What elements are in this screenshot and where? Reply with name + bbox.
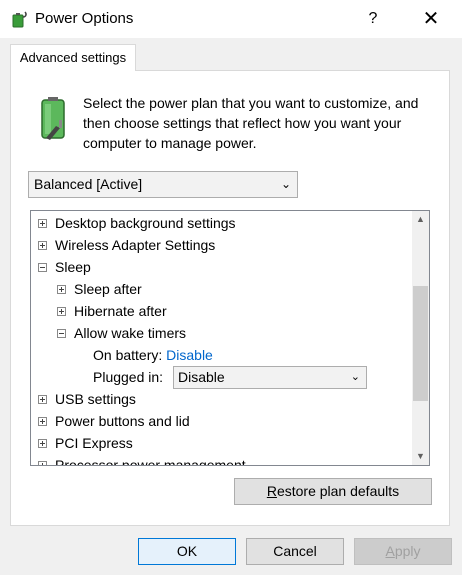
window-title: Power Options [35, 10, 134, 27]
plugged-in-label: Plugged in: [93, 369, 164, 385]
scroll-up-arrow-icon[interactable]: ▲ [412, 211, 429, 228]
chevron-down-icon: ⌄ [280, 177, 291, 191]
tree-item-pci-express[interactable]: PCI Express [38, 432, 133, 454]
expand-icon[interactable] [38, 460, 47, 465]
restore-plan-defaults-button[interactable]: Restore plan defaults [234, 478, 432, 505]
tree-scrollbar[interactable]: ▲ ▼ [412, 211, 429, 465]
on-battery-label: On battery: [93, 347, 163, 363]
expand-icon[interactable] [38, 218, 47, 228]
power-plan-dropdown[interactable]: Balanced [Active] ⌄ [28, 171, 298, 198]
cancel-button[interactable]: Cancel [246, 538, 344, 565]
expand-icon[interactable] [38, 416, 47, 426]
collapse-icon[interactable] [57, 328, 66, 338]
expand-icon[interactable] [38, 240, 47, 250]
title-bar: Power Options ? ✕ [0, 0, 462, 38]
help-button[interactable]: ? [358, 0, 388, 38]
tab-advanced-settings[interactable]: Advanced settings [10, 44, 136, 71]
power-plan-value: Balanced [Active] [34, 176, 143, 192]
power-options-icon [12, 11, 27, 28]
plugged-in-dropdown[interactable]: Disable ⌄ [173, 366, 367, 389]
close-button[interactable]: ✕ [414, 0, 448, 38]
tree-item-sleep-after[interactable]: Sleep after [57, 278, 142, 300]
tree-item-processor-power[interactable]: Processor power management [38, 454, 246, 465]
ok-button[interactable]: OK [138, 538, 236, 565]
expand-icon[interactable] [57, 306, 66, 316]
expand-icon[interactable] [57, 284, 66, 294]
apply-button[interactable]: Apply [354, 538, 452, 565]
tree-item-hibernate-after[interactable]: Hibernate after [57, 300, 167, 322]
on-battery-row: On battery: Disable [93, 344, 213, 366]
chevron-down-icon: ⌄ [350, 371, 360, 383]
tree-item-desktop-background[interactable]: Desktop background settings [38, 212, 236, 234]
tree-item-sleep[interactable]: Sleep [38, 256, 91, 278]
expand-icon[interactable] [38, 438, 47, 448]
tree-item-allow-wake-timers[interactable]: Allow wake timers [57, 322, 186, 344]
tree-item-power-buttons[interactable]: Power buttons and lid [38, 410, 190, 432]
scroll-down-arrow-icon[interactable]: ▼ [412, 448, 429, 465]
tree-item-usb-settings[interactable]: USB settings [38, 388, 136, 410]
collapse-icon[interactable] [38, 262, 47, 272]
on-battery-value-link[interactable]: Disable [166, 347, 213, 363]
tree-item-wireless-adapter[interactable]: Wireless Adapter Settings [38, 234, 215, 256]
settings-tree[interactable]: Desktop background settings Wireless Ada… [30, 210, 430, 466]
scroll-thumb[interactable] [413, 286, 428, 401]
description-text: Select the power plan that you want to c… [83, 95, 419, 151]
battery-plug-icon [41, 97, 65, 140]
expand-icon[interactable] [38, 394, 47, 404]
plugged-in-value: Disable [178, 369, 225, 385]
